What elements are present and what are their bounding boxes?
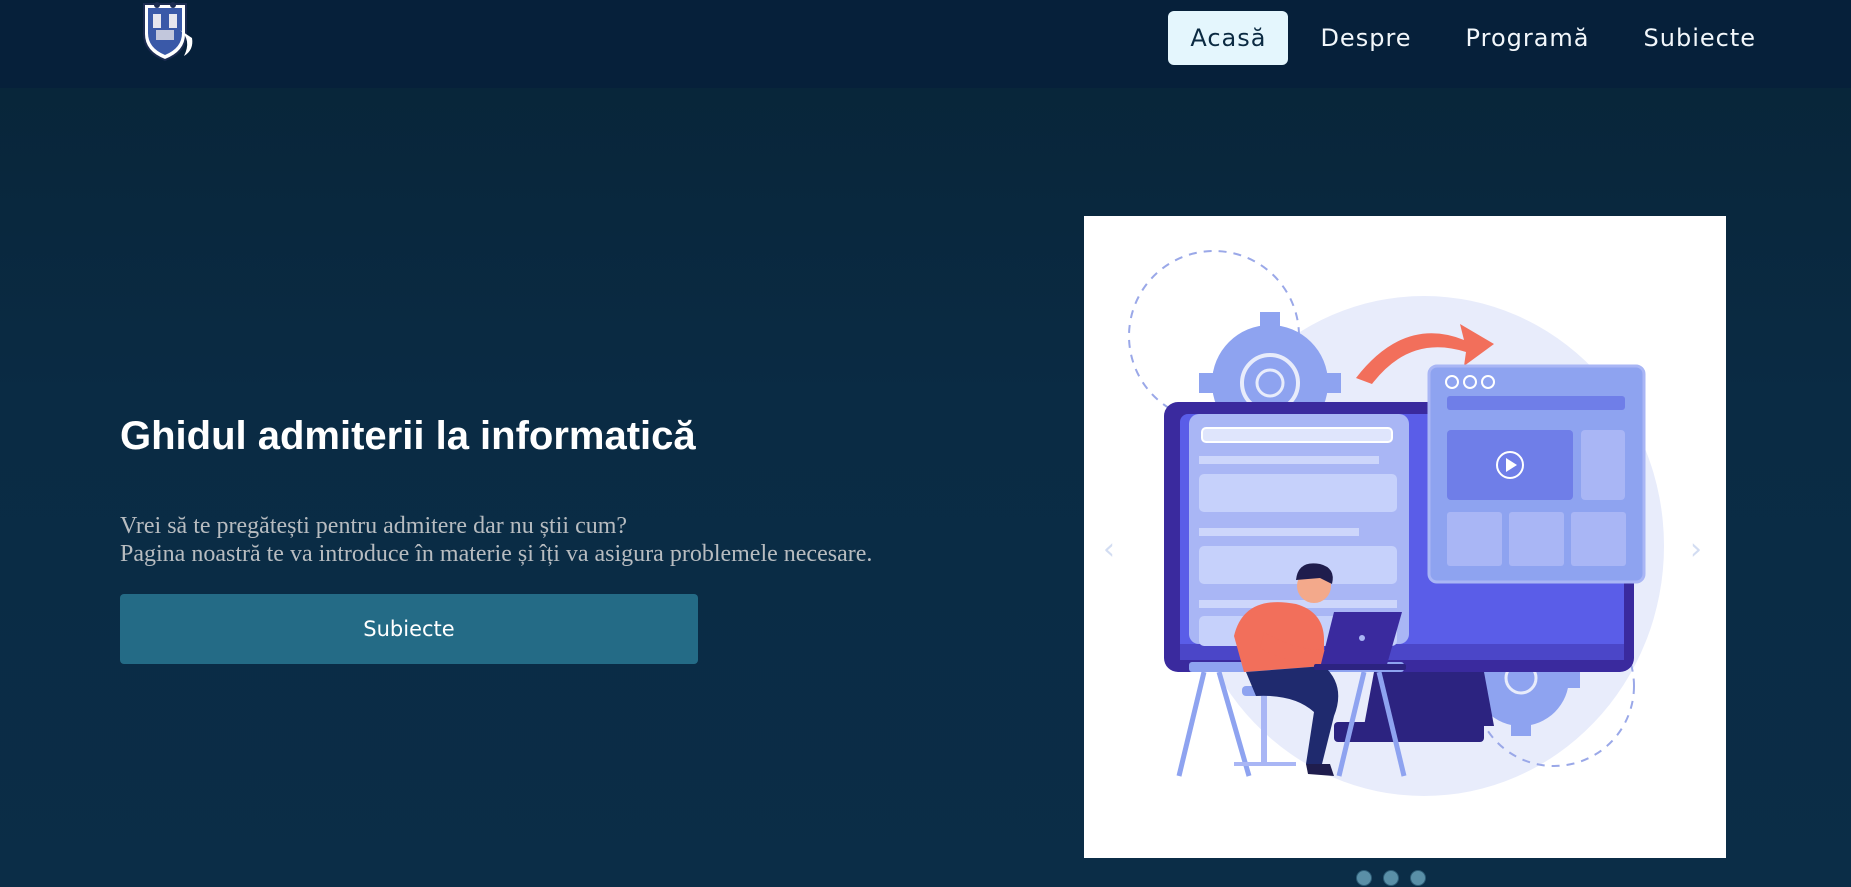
hero-description: Vrei să te pregătești pentru admitere da…: [120, 512, 872, 568]
developer-at-computer-illustration: [1128, 250, 1664, 796]
subiecte-button[interactable]: Subiecte: [120, 594, 698, 664]
carousel-slide: [1084, 216, 1726, 858]
hero-title: Ghidul admiterii la informatică: [120, 414, 696, 458]
page: Acasă Despre Programă Subiecte Ghidul ad…: [0, 0, 1851, 887]
university-crest-logo[interactable]: [136, 0, 194, 64]
nav-item-despre[interactable]: Despre: [1298, 11, 1433, 65]
navbar: Acasă Despre Programă Subiecte: [0, 0, 1851, 88]
carousel-dot-3[interactable]: [1410, 870, 1426, 886]
nav-item-subiecte[interactable]: Subiecte: [1622, 11, 1778, 65]
nav-item-acasa[interactable]: Acasă: [1168, 11, 1289, 65]
carousel-indicators: [1356, 870, 1426, 886]
carousel-prev-arrow[interactable]: ‹: [1103, 530, 1115, 570]
carousel-dot-1[interactable]: [1356, 870, 1372, 886]
nav-links: Acasă Despre Programă Subiecte: [1158, 11, 1778, 65]
carousel-dot-2[interactable]: [1383, 870, 1399, 886]
nav-item-programa[interactable]: Programă: [1444, 11, 1612, 65]
hero-text-line-1: Vrei să te pregătești pentru admitere da…: [120, 513, 628, 539]
carousel-next-arrow[interactable]: ›: [1690, 530, 1702, 570]
hero-text-line-2: Pagina noastră te va introduce în materi…: [120, 541, 873, 567]
